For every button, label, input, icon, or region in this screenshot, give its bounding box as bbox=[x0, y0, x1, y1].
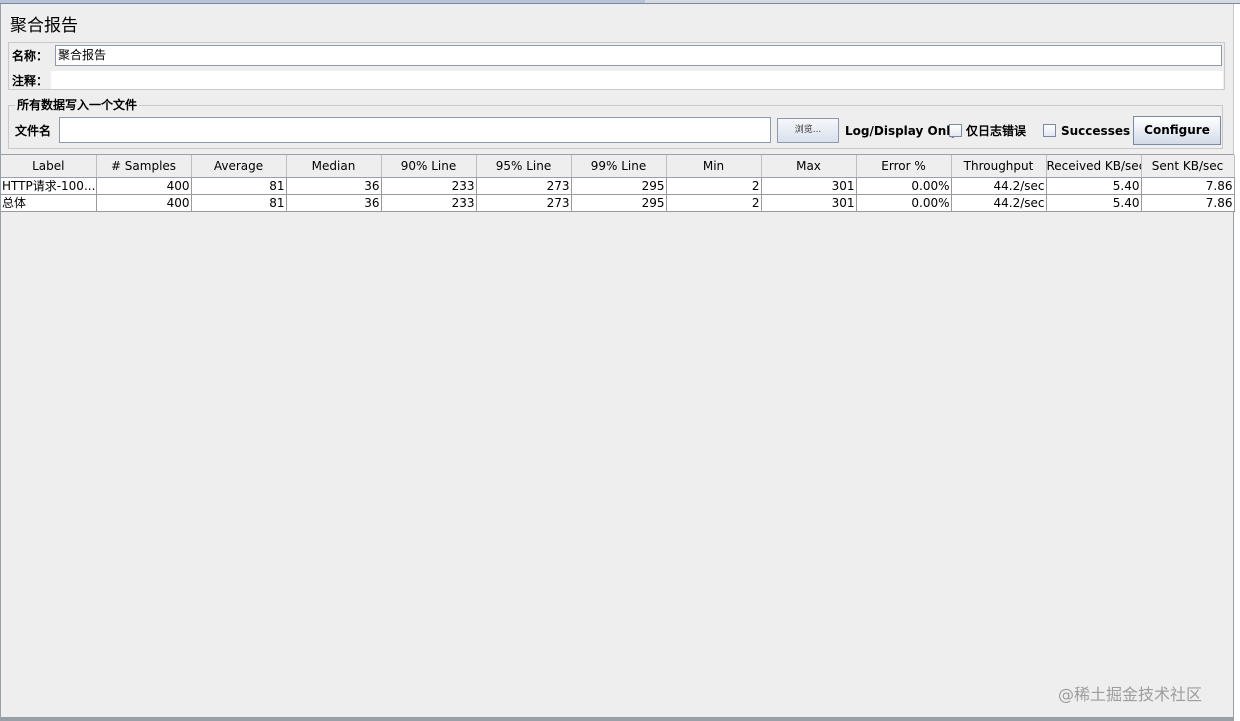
aggregate-table: Label # Samples Average Median 90% Line … bbox=[1, 155, 1235, 212]
configure-button[interactable]: Configure bbox=[1133, 116, 1221, 145]
errors-only-checkbox[interactable] bbox=[949, 124, 962, 137]
successes-checkbox[interactable] bbox=[1043, 124, 1056, 137]
table-cell: 0.00% bbox=[856, 177, 952, 195]
table-cell: 36 bbox=[286, 177, 382, 195]
write-to-file-legend: 所有数据写入一个文件 bbox=[15, 98, 140, 112]
column-header[interactable]: Label bbox=[1, 155, 97, 178]
table-cell: 81 bbox=[191, 177, 287, 195]
table-cell: 7.86 bbox=[1141, 177, 1235, 195]
column-header[interactable]: Sent KB/sec bbox=[1141, 155, 1235, 178]
table-cell: 2 bbox=[666, 177, 762, 195]
column-header[interactable]: Median bbox=[286, 155, 382, 178]
table-cell: 2 bbox=[666, 194, 762, 212]
table-cell: 44.2/sec bbox=[951, 177, 1047, 195]
column-header[interactable]: 99% Line bbox=[571, 155, 667, 178]
write-to-file-group: 所有数据写入一个文件 文件名 浏览... Log/Display Only: 仅… bbox=[8, 98, 1223, 149]
table-cell: 233 bbox=[381, 194, 477, 212]
column-header[interactable]: # Samples bbox=[96, 155, 192, 178]
name-input[interactable]: 聚合报告 bbox=[55, 45, 1222, 66]
table-cell: 7.86 bbox=[1141, 194, 1235, 212]
table-cell: 233 bbox=[381, 177, 477, 195]
table-cell: 81 bbox=[191, 194, 287, 212]
table-cell: 总体 bbox=[1, 194, 97, 212]
column-header[interactable]: Average bbox=[191, 155, 287, 178]
table-cell: 295 bbox=[571, 194, 667, 212]
table-cell: 301 bbox=[761, 194, 857, 212]
frame-right-scrollbar bbox=[1233, 4, 1240, 721]
column-header[interactable]: Error % bbox=[856, 155, 952, 178]
table-header-row: Label # Samples Average Median 90% Line … bbox=[1, 155, 1235, 178]
page-title: 聚合报告 bbox=[10, 16, 78, 36]
watermark: @稀土掘金技术社区 bbox=[1058, 685, 1203, 704]
table-cell: 36 bbox=[286, 194, 382, 212]
column-header[interactable]: 90% Line bbox=[381, 155, 477, 178]
comment-label: 注释： bbox=[12, 74, 49, 88]
column-header[interactable]: Throughput bbox=[951, 155, 1047, 178]
table-cell: 5.40 bbox=[1046, 177, 1142, 195]
table-row[interactable]: 总体 400 81 36 233 273 295 2 301 0.00% 44.… bbox=[1, 194, 1235, 212]
column-header[interactable]: 95% Line bbox=[476, 155, 572, 178]
window-top-border bbox=[0, 0, 1240, 4]
name-label: 名称： bbox=[12, 49, 49, 63]
table-cell: 5.40 bbox=[1046, 194, 1142, 212]
results-table-area: Label # Samples Average Median 90% Line … bbox=[0, 154, 1235, 718]
table-cell: 400 bbox=[96, 194, 192, 212]
table-row[interactable]: HTTP请求-100... 400 81 36 233 273 295 2 30… bbox=[1, 177, 1235, 195]
column-header[interactable]: Max bbox=[761, 155, 857, 178]
successes-label: Successes bbox=[1061, 124, 1131, 138]
table-cell: 295 bbox=[571, 177, 667, 195]
log-display-label: Log/Display Only: bbox=[845, 124, 963, 138]
table-cell: HTTP请求-100... bbox=[1, 177, 97, 195]
table-cell: 400 bbox=[96, 177, 192, 195]
table-cell: 273 bbox=[476, 194, 572, 212]
filename-label: 文件名 bbox=[15, 124, 52, 138]
filename-input[interactable] bbox=[59, 117, 771, 143]
column-header[interactable]: Min bbox=[666, 155, 762, 178]
name-comment-panel: 名称： 聚合报告 注释： bbox=[8, 42, 1225, 90]
errors-only-label: 仅日志错误 bbox=[966, 124, 1027, 138]
table-cell: 44.2/sec bbox=[951, 194, 1047, 212]
table-cell: 0.00% bbox=[856, 194, 952, 212]
table-cell: 301 bbox=[761, 177, 857, 195]
tab-highlight bbox=[0, 0, 645, 3]
table-cell: 273 bbox=[476, 177, 572, 195]
browse-button[interactable]: 浏览... bbox=[777, 118, 839, 143]
column-header[interactable]: Received KB/sec bbox=[1046, 155, 1142, 178]
comment-input[interactable] bbox=[51, 71, 1223, 89]
